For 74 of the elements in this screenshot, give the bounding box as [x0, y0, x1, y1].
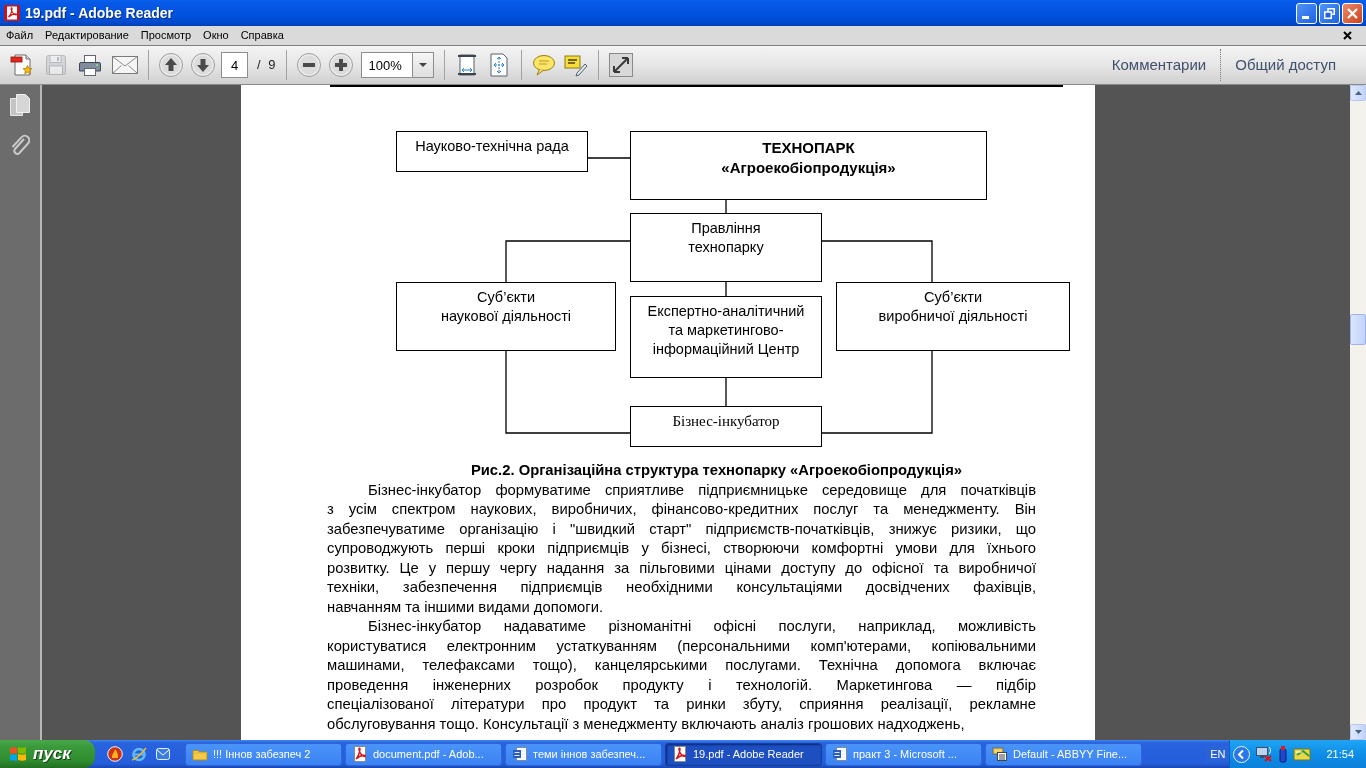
restore-button[interactable]	[1319, 2, 1340, 24]
menu-item[interactable]: Файл	[0, 27, 40, 44]
diagram-node: Науково-технічна рада	[396, 131, 588, 172]
minimize-button[interactable]	[1296, 2, 1317, 24]
page-count: / 9	[256, 56, 277, 75]
flag-icon	[9, 745, 27, 763]
paperclip-icon[interactable]	[10, 134, 30, 158]
body-paragraph: Бізнес-інкубатор формуватиме сприятливе підприємницьке середовище для початківців з усім спектром наукових, виробничих, фінансово-кредитних послуг та менеджменту. Він забезпечуватиме організацію і "швидкий старт" підприємств-початківців, знижує ризики, що супроводжують перші кроки підприємців у бізнесі, створюючи комфортні умови для їхнього розвитку. Це у першу чергу надання за пільговими цінами доступу до офісної та виробничої техніки, забезпечення підприємців необхідними консультаціями досвідчених фахівців, навчанням та іншими видами допомоги.	[327, 480, 1036, 617]
pdf-document-icon	[352, 746, 368, 762]
start-button[interactable]: пуск	[0, 740, 95, 768]
scanner-document-icon	[992, 746, 1008, 762]
close-icon	[1347, 7, 1358, 19]
network-error-icon[interactable]	[1255, 746, 1274, 762]
minimize-icon	[1302, 15, 1309, 19]
speech-bubble-icon[interactable]	[532, 53, 557, 77]
zoom-out-icon[interactable]	[297, 53, 322, 77]
zoom-in-icon[interactable]	[329, 53, 354, 77]
envelope-icon[interactable]	[112, 56, 138, 74]
close-icon[interactable]	[1343, 31, 1352, 40]
panel-link[interactable]: Комментарии	[1097, 53, 1221, 77]
taskbar-button[interactable]: Default - ABBYY Fine...	[985, 742, 1142, 766]
diagram-node: Суб’єкти виробничої діяльності	[836, 282, 1070, 351]
note-pencil-icon[interactable]	[564, 53, 589, 77]
clock: 21:54	[1326, 746, 1354, 762]
window-title: 19.pdf - Adobe Reader	[25, 3, 174, 23]
connector-line	[725, 199, 727, 214]
device-icon[interactable]	[1278, 745, 1289, 763]
diagram-node: Суб’єкти наукової діяльності	[396, 282, 616, 351]
diagram-node: Правління технопарку	[630, 213, 822, 282]
taskbar-button[interactable]: document.pdf - Adob...	[345, 742, 502, 766]
document-star-icon[interactable]	[10, 53, 34, 77]
pages-icon[interactable]	[9, 93, 31, 117]
up-arrow-icon	[1354, 91, 1362, 95]
chevron-left-icon[interactable]	[1233, 745, 1251, 763]
pdf-document-icon	[672, 746, 688, 762]
page-number-field[interactable]: 4	[221, 52, 248, 78]
language-indicator[interactable]: EN	[1206, 745, 1230, 763]
restore-icon	[1324, 7, 1335, 19]
menu-item[interactable]: Просмотр	[134, 27, 198, 44]
scrollbar[interactable]	[1350, 85, 1366, 740]
dropdown-button[interactable]	[413, 52, 435, 78]
zoom-field[interactable]: 100%	[361, 52, 414, 78]
scroll-up-button[interactable]	[1350, 85, 1366, 101]
word-document-icon	[832, 746, 848, 762]
scroll-thumb[interactable]	[1350, 314, 1366, 345]
taskbar-button[interactable]: практ 3 - Microsoft ...	[825, 742, 982, 766]
taskbar-button[interactable]: !!! Іннов забезпеч 2	[185, 742, 342, 766]
menu-item[interactable]: Окно	[197, 27, 235, 44]
pdf-document-icon	[4, 5, 20, 21]
connector-line	[587, 157, 631, 159]
body-paragraph: Бізнес-інкубатор надаватиме різноманітні офісні послуги, наприклад, можливість користуватися електронним устаткуванням (персональними комп'ютерами, копіювальними машинами, телефаксами тощо), канцелярськими послугами. Технічна допомога включає проведення інженерних розробок продукту і технологій. Маркетингова — підбір спеціалізованої літератури про продукт та ринки збуту, сприяння реалізації, рекламне обслуговування тощо. Консультації з менеджменту включають аналіз грошових надходжень,	[327, 617, 1036, 734]
connector-line	[725, 377, 727, 407]
diagram-node: Бізнес-інкубатор	[630, 406, 822, 447]
flame-emblem-icon[interactable]	[107, 746, 123, 762]
taskbar-button[interactable]: теми іннов забезпеч...	[505, 742, 662, 766]
taskbar-button[interactable]: 19.pdf - Adobe Reader	[665, 742, 822, 766]
diagram-node: Експертно-аналітичний та маркетингово- інформаційний Центр	[630, 296, 822, 378]
expand-arrows-icon[interactable]	[609, 53, 634, 77]
up-arrow-icon[interactable]	[159, 53, 183, 77]
scroll-down-button[interactable]	[1350, 724, 1366, 740]
connector-line	[725, 281, 727, 297]
menu-item[interactable]: Редактирование	[39, 27, 135, 44]
browser-globe-icon[interactable]	[131, 746, 147, 762]
panel-link[interactable]: Общий доступ	[1221, 53, 1350, 77]
diagram-node: ТЕХНОПАРК «Агроекобіопродукція»	[630, 131, 987, 200]
printer-icon[interactable]	[78, 53, 102, 77]
caret-icon	[419, 63, 428, 67]
mail-icon[interactable]	[155, 746, 171, 762]
close-button[interactable]	[1342, 2, 1363, 24]
word-document-icon	[512, 746, 528, 762]
menu-item[interactable]: Справка	[234, 27, 290, 44]
down-arrow-icon	[1354, 730, 1362, 734]
down-arrow-icon[interactable]	[191, 53, 215, 77]
figure-caption: Рис.2. Організаційна структура технопарку «Агроекобіопродукція»	[469, 461, 964, 480]
